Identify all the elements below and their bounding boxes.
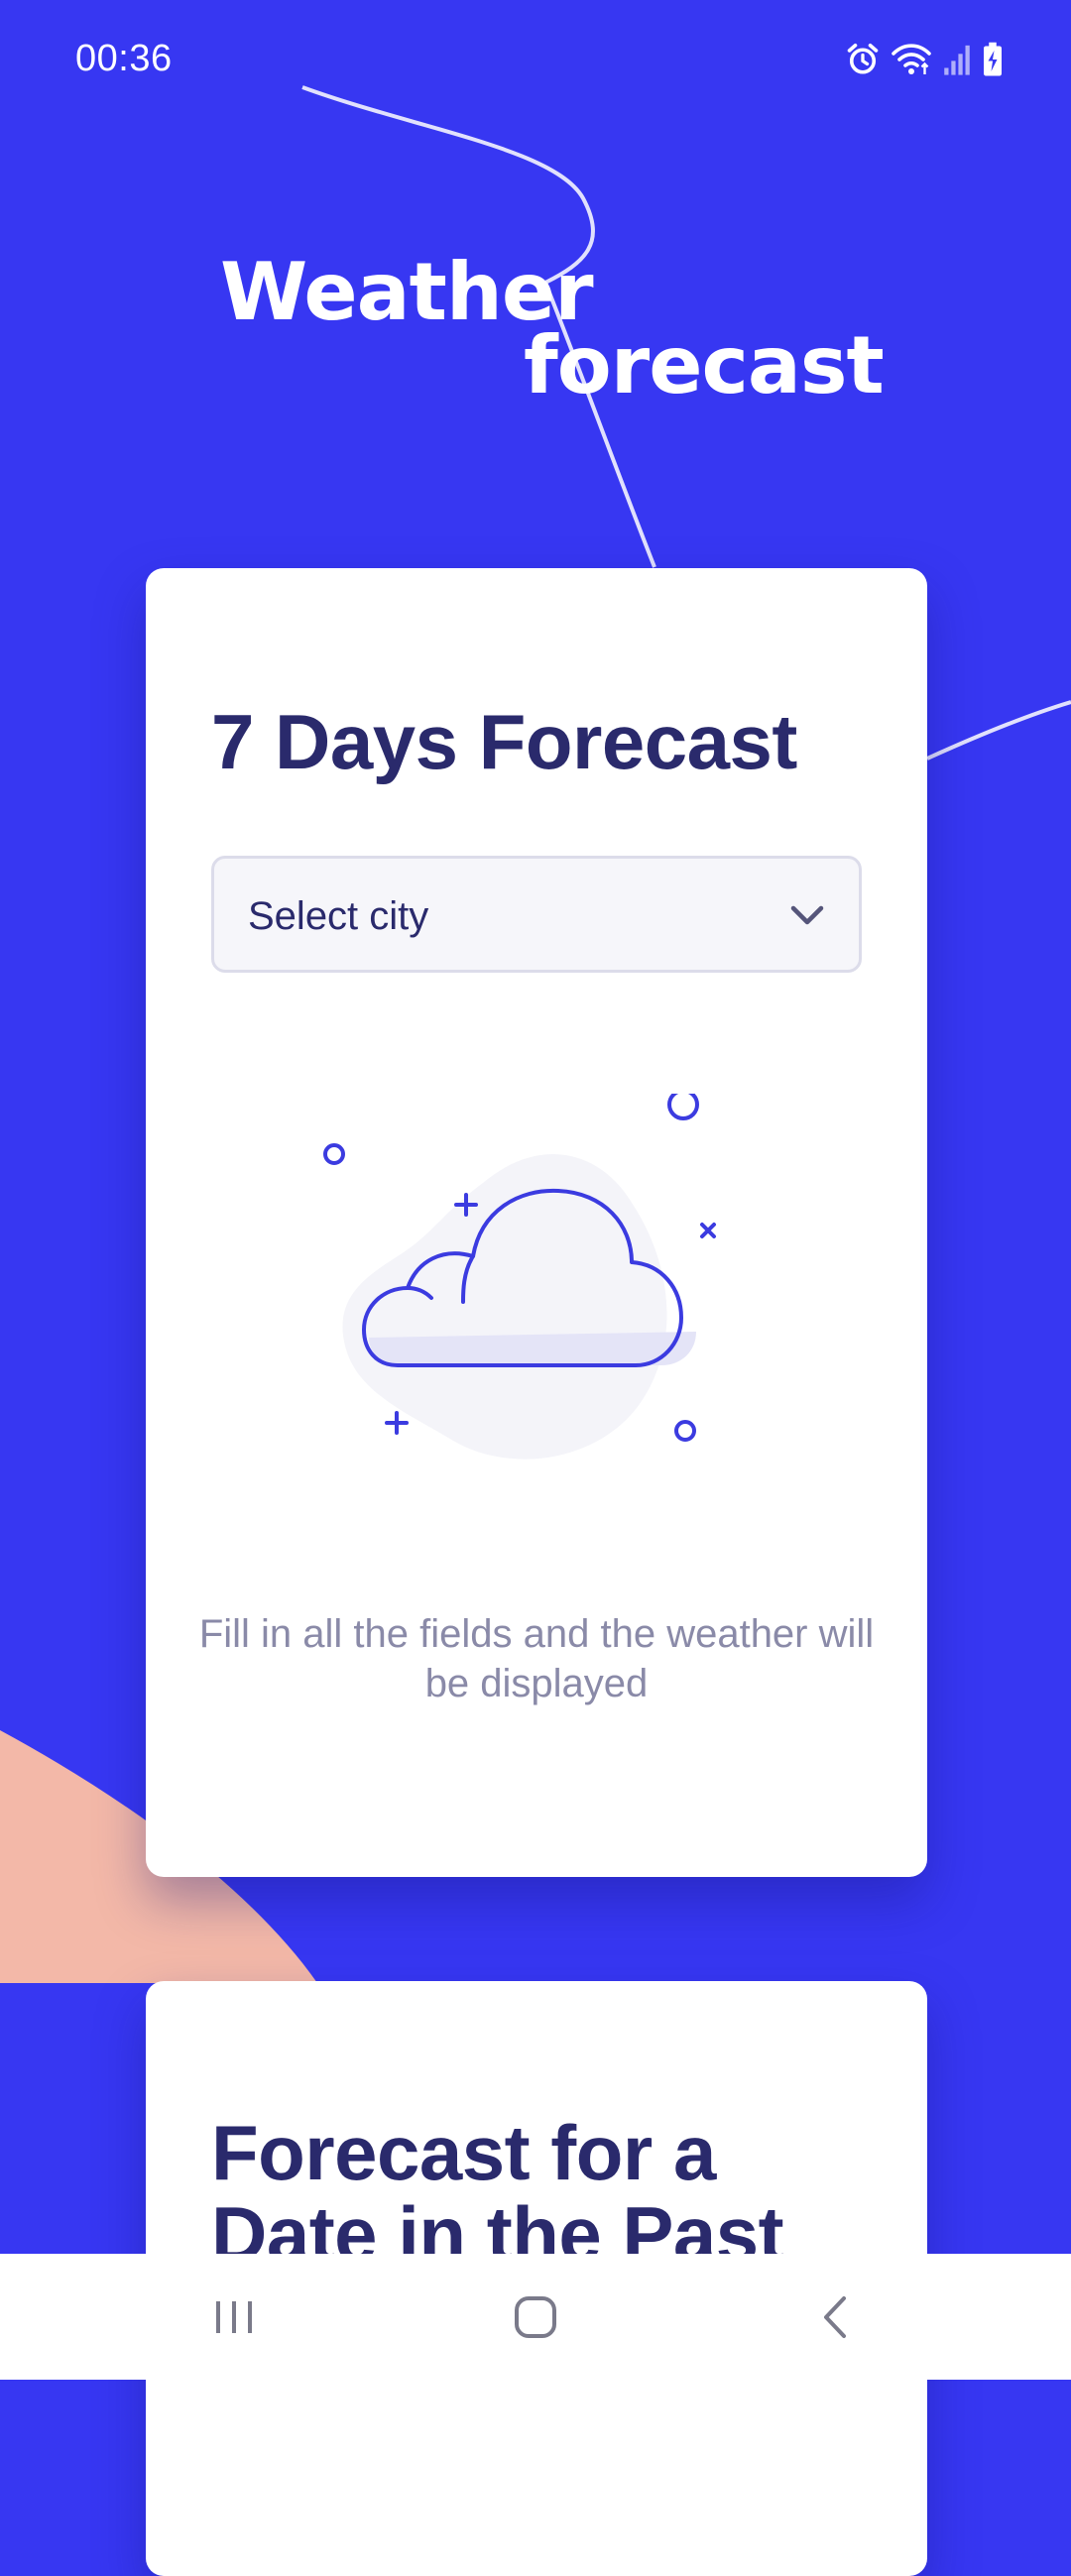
- cloud-icon: [323, 1094, 716, 1460]
- back-icon: [824, 2295, 846, 2338]
- decorative-line-right: [926, 700, 1071, 761]
- app-title-line2: forecast: [524, 319, 885, 411]
- sparkle-x: [700, 1223, 716, 1238]
- forecast-card-title: 7 Days Forecast: [211, 698, 797, 785]
- city-select[interactable]: Select city: [211, 856, 862, 973]
- sparkle-circle: [674, 1420, 696, 1442]
- chevron-down-icon: [790, 905, 824, 925]
- status-bar: 00:36: [0, 0, 1071, 119]
- back-button[interactable]: [736, 2254, 934, 2380]
- status-icons: [845, 38, 1004, 81]
- sparkle-plus: [385, 1411, 409, 1435]
- status-time: 00:36: [75, 38, 173, 79]
- navigation-bar: [0, 2254, 1071, 2380]
- hint-text: Fill in all the fields and the weather w…: [198, 1612, 875, 1705]
- city-select-value: Select city: [248, 894, 429, 938]
- home-button[interactable]: [436, 2254, 635, 2380]
- sparkle-circle: [667, 1094, 699, 1120]
- cloud-blob: [342, 1154, 667, 1460]
- home-icon: [515, 2295, 556, 2338]
- recents-button[interactable]: [135, 2254, 333, 2380]
- recents-icon: [216, 2300, 252, 2333]
- battery-charging-icon: [984, 42, 1002, 76]
- alarm-icon: [847, 43, 879, 74]
- sparkle-circle: [323, 1143, 345, 1165]
- app-title-line1: Weather: [220, 246, 594, 338]
- forecast-card: 7 Days Forecast Select city Fill in all …: [146, 568, 927, 1877]
- past-forecast-card-title: Forecast for a Date in the Past: [211, 2109, 784, 2278]
- wifi-icon: [892, 44, 931, 74]
- signal-icon: [944, 45, 970, 75]
